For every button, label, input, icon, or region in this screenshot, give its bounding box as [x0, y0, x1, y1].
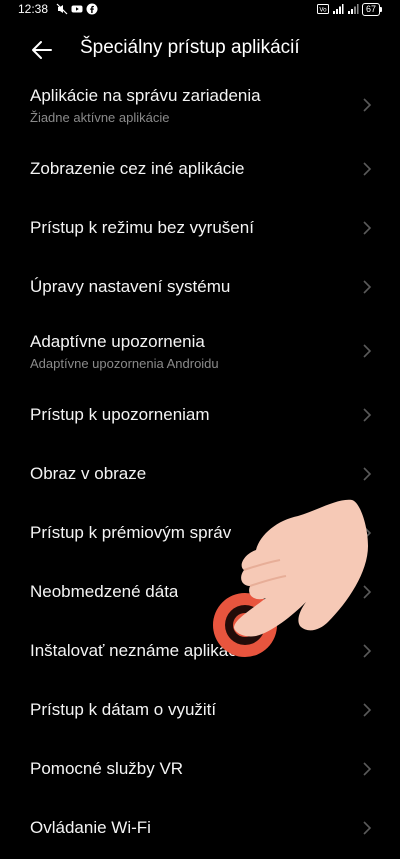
- list-item-wifi-control[interactable]: Ovládanie Wi-Fi: [0, 798, 400, 857]
- chevron-right-icon: [363, 97, 372, 112]
- status-right-icons: Vo 67: [316, 2, 383, 16]
- chevron-right-icon: [363, 584, 372, 599]
- list-item-install-unknown-apps[interactable]: Inštalovať neznáme aplikácie: [0, 621, 400, 680]
- chevron-right-icon: [363, 525, 372, 540]
- list-item-unrestricted-data[interactable]: Neobmedzené dáta: [0, 562, 400, 621]
- chevron-right-icon: [363, 702, 372, 717]
- page-title: Špeciálny prístup aplikácií: [80, 37, 300, 58]
- list-item-title: Neobmedzené dáta: [30, 581, 179, 601]
- list-item-display-over-apps[interactable]: Zobrazenie cez iné aplikácie: [0, 139, 400, 198]
- list-item-title: Pomocné služby VR: [30, 758, 184, 778]
- list-item-title: Prístup k upozorneniam: [30, 404, 210, 424]
- list-item-title: Prístup k dátam o využití: [30, 699, 217, 719]
- chevron-right-icon: [363, 343, 372, 358]
- list-item-title: Prístup k režimu bez vyrušení: [30, 217, 254, 237]
- chevron-right-icon: [363, 407, 372, 422]
- signal-icon: [332, 4, 344, 14]
- volte-icon: Vo: [316, 4, 329, 14]
- list-item-title: Zobrazenie cez iné aplikácie: [30, 158, 245, 178]
- chevron-right-icon: [363, 643, 372, 658]
- arrow-left-icon[interactable]: [28, 36, 56, 64]
- list-item-subtitle: Adaptívne upozornenia Androidu: [30, 356, 219, 371]
- battery-indicator: 67: [361, 2, 383, 16]
- list-item-subtitle: Žiadne aktívne aplikácie: [30, 110, 170, 125]
- list-item-device-admin-apps[interactable]: Aplikácie na správu zariadenia Žiadne ak…: [0, 70, 400, 139]
- settings-list: Aplikácie na správu zariadenia Žiadne ak…: [0, 70, 400, 857]
- facebook-icon: [86, 3, 98, 15]
- signal-icon-2: [347, 4, 359, 14]
- status-left-icons: [56, 2, 98, 16]
- list-item-premium-sms-access[interactable]: Prístup k prémiovým správ: [0, 503, 400, 562]
- list-item-picture-in-picture[interactable]: Obraz v obraze: [0, 444, 400, 503]
- chevron-right-icon: [363, 466, 372, 481]
- youtube-icon: [71, 5, 83, 13]
- status-bar: 12:38 Vo 67: [0, 0, 400, 20]
- chevron-right-icon: [363, 279, 372, 294]
- list-item-vr-helper-services[interactable]: Pomocné služby VR: [0, 739, 400, 798]
- list-item-do-not-disturb-access[interactable]: Prístup k režimu bez vyrušení: [0, 198, 400, 257]
- list-item-title: Úpravy nastavení systému: [30, 276, 231, 296]
- chevron-right-icon: [363, 161, 372, 176]
- mute-icon: [56, 3, 68, 15]
- list-item-title: Ovládanie Wi-Fi: [30, 817, 151, 837]
- list-item-title: Inštalovať neznáme aplikácie: [30, 640, 250, 660]
- list-item-title: Obraz v obraze: [30, 463, 147, 483]
- list-item-notification-access[interactable]: Prístup k upozorneniam: [0, 385, 400, 444]
- status-time: 12:38: [18, 2, 49, 16]
- svg-text:Vo: Vo: [319, 7, 327, 14]
- list-item-usage-access[interactable]: Prístup k dátam o využití: [0, 680, 400, 739]
- list-item-title: Adaptívne upozornenia: [30, 332, 205, 351]
- list-item-title: Aplikácie na správu zariadenia: [30, 86, 261, 105]
- list-item-modify-system-settings[interactable]: Úpravy nastavení systému: [0, 257, 400, 316]
- app-bar: Špeciálny prístup aplikácií: [0, 24, 400, 76]
- chevron-right-icon: [363, 220, 372, 235]
- chevron-right-icon: [363, 820, 372, 835]
- chevron-right-icon: [363, 761, 372, 776]
- list-item-title: Prístup k prémiovým správ: [30, 522, 232, 542]
- list-item-adaptive-notifications[interactable]: Adaptívne upozornenia Adaptívne upozorne…: [0, 316, 400, 385]
